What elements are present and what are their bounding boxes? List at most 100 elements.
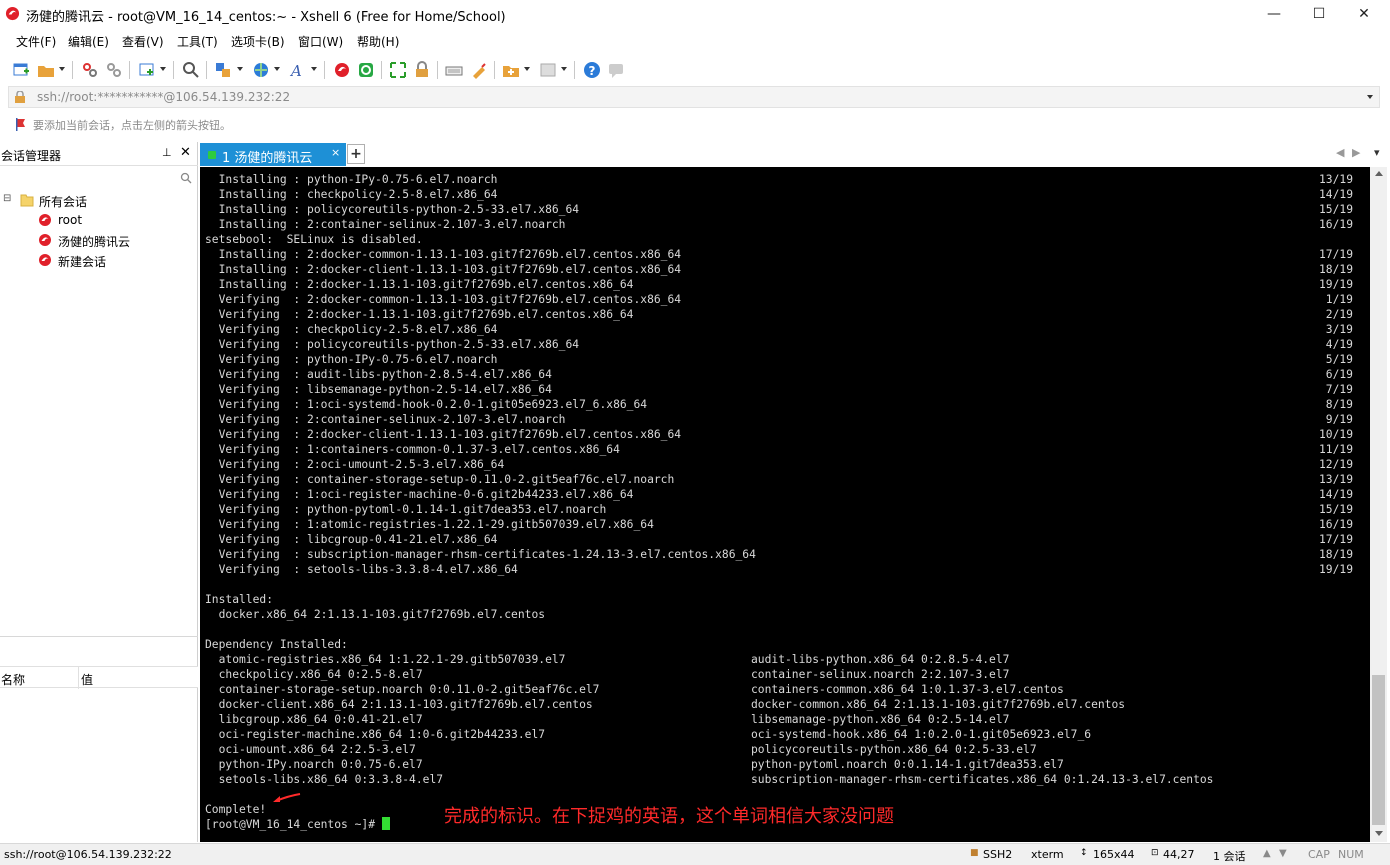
dependency-header: Dependency Installed: xyxy=(205,638,348,651)
help-icon[interactable]: ? xyxy=(583,61,601,79)
globe-dropdown-icon[interactable] xyxy=(274,67,280,71)
terminal-line-progress: 5/19 xyxy=(1325,353,1353,366)
menu-file[interactable]: 文件(F) xyxy=(16,33,56,50)
open-folder-icon[interactable] xyxy=(37,61,55,79)
search-icon[interactable] xyxy=(180,172,192,184)
terminal-line-text: Verifying : policycoreutils-python-2.5-3… xyxy=(205,338,580,351)
dependency-item: oci-umount.x86_64 2:2.5-3.el7 xyxy=(205,743,416,756)
dependency-row: atomic-registries.x86_64 1:1.22.1-29.git… xyxy=(205,652,1355,667)
properties-value-column[interactable]: 值 xyxy=(81,671,93,688)
scroll-thumb[interactable] xyxy=(1372,675,1385,825)
add-folder-icon[interactable] xyxy=(502,61,520,79)
session-up-icon[interactable]: ▲ xyxy=(1263,848,1271,859)
dependency-item: setools-libs.x86_64 0:3.3.8-4.el7 xyxy=(205,773,444,786)
size-icon: ↕ xyxy=(1080,848,1088,858)
terminal-scrollbar[interactable] xyxy=(1370,167,1387,842)
hint-bar: 要添加当前会话，点击左侧的箭头按钮。 xyxy=(0,112,1390,136)
terminal-line: Verifying : 1:atomic-registries-1.22.1-2… xyxy=(205,517,1355,532)
tab-list-icon[interactable]: ▾ xyxy=(1374,146,1380,159)
xshell-icon[interactable] xyxy=(333,61,351,79)
highlight-icon[interactable] xyxy=(470,61,488,79)
layout-icon[interactable] xyxy=(539,61,557,79)
panel-splitter[interactable] xyxy=(0,636,198,637)
terminal-line-text: Installing : 2:container-selinux-2.107-3… xyxy=(205,218,566,231)
add-session-arrow-icon[interactable] xyxy=(15,118,29,131)
status-sessions: 1 会话 xyxy=(1213,850,1246,863)
font-icon[interactable]: A xyxy=(289,61,307,79)
terminal-line: Installing : 2:docker-1.13.1-103.git7f27… xyxy=(205,277,1355,292)
tree-root-label[interactable]: 所有会话 xyxy=(39,193,87,210)
add-folder-dropdown-icon[interactable] xyxy=(524,67,530,71)
new-session-icon[interactable] xyxy=(12,61,30,79)
properties-name-column[interactable]: 名称 xyxy=(1,671,25,688)
tab-scroll-left-icon[interactable]: ◀ xyxy=(1336,146,1344,159)
scroll-down-arrow-icon[interactable] xyxy=(1375,831,1383,836)
menu-window[interactable]: 窗口(W) xyxy=(298,33,343,50)
lock-icon[interactable] xyxy=(413,61,431,79)
dependency-row: python-IPy.noarch 0:0.75-6.el7 python-pyt… xyxy=(205,757,1355,772)
status-position: 44,27 xyxy=(1163,848,1195,861)
fullscreen-icon[interactable] xyxy=(389,61,407,79)
session-item-new-session[interactable]: 新建会话 xyxy=(58,253,106,270)
menu-edit[interactable]: 编辑(E) xyxy=(68,33,109,50)
tab-close-button[interactable]: × xyxy=(331,146,340,159)
session-down-icon[interactable]: ▼ xyxy=(1279,848,1287,859)
menu-view[interactable]: 查看(V) xyxy=(122,33,164,50)
address-dropdown-icon[interactable] xyxy=(1367,95,1373,99)
terminal-line-progress: 16/19 xyxy=(1318,218,1353,231)
reconnect-dropdown-icon[interactable] xyxy=(160,67,166,71)
terminal-line-progress: 6/19 xyxy=(1325,368,1353,381)
toolbar-separator xyxy=(129,61,130,79)
terminal-line-text: Verifying : 1:oci-register-machine-0-6.g… xyxy=(205,488,634,501)
session-icon xyxy=(39,214,51,226)
tree-collapse-toggle[interactable]: ⊟ xyxy=(3,193,11,204)
annotation-text: 完成的标识。在下捉鸡的英语，这个单词相信大家没问题 xyxy=(444,806,894,827)
dependency-item: checkpolicy.x86_64 0:2.5-8.el7 xyxy=(205,668,423,681)
dependency-item: python-IPy.noarch 0:0.75-6.el7 xyxy=(205,758,423,771)
terminal-line-progress: 13/19 xyxy=(1318,473,1353,486)
close-panel-button[interactable]: ✕ xyxy=(180,145,191,160)
keyboard-icon[interactable] xyxy=(445,61,463,79)
session-item-root[interactable]: root xyxy=(58,213,82,227)
session-item-tencent-cloud[interactable]: 汤健的腾讯云 xyxy=(58,233,130,250)
reconnect-icon[interactable] xyxy=(138,61,156,79)
column-separator[interactable] xyxy=(78,667,79,689)
terminal-line-progress: 12/19 xyxy=(1318,458,1353,471)
disconnect-icon[interactable] xyxy=(105,61,123,79)
close-window-button[interactable]: ✕ xyxy=(1341,0,1387,28)
terminal-line: Verifying : 1:containers-common-0.1.37-3… xyxy=(205,442,1355,457)
terminal-line: Verifying : 1:oci-systemd-hook-0.2.0-1.g… xyxy=(205,397,1355,412)
installed-header: Installed: xyxy=(205,593,274,606)
tab-scroll-right-icon[interactable]: ▶ xyxy=(1352,146,1360,159)
layout-dropdown-icon[interactable] xyxy=(561,67,567,71)
status-connection: ssh://root@106.54.139.232:22 xyxy=(4,848,172,861)
globe-icon[interactable] xyxy=(252,61,270,79)
find-icon[interactable] xyxy=(182,61,200,79)
scroll-up-arrow-icon[interactable] xyxy=(1375,171,1383,176)
xftp-icon[interactable] xyxy=(357,61,375,79)
terminal-line: Verifying : 2:oci-umount-2.5-3.el7.x86_6… xyxy=(205,457,1355,472)
font-dropdown-icon[interactable] xyxy=(311,67,317,71)
new-tab-button[interactable]: + xyxy=(347,144,365,164)
pin-icon[interactable]: ⊥ xyxy=(162,146,172,159)
terminal-line-progress: 15/19 xyxy=(1318,503,1353,516)
open-dropdown-icon[interactable] xyxy=(59,67,65,71)
terminal-line-text: Verifying : python-IPy-0.75-6.el7.noarch xyxy=(205,353,498,366)
chat-icon[interactable] xyxy=(607,61,625,79)
transfer-dropdown-icon[interactable] xyxy=(237,67,243,71)
transfer-icon[interactable] xyxy=(214,61,232,79)
terminal-line: Verifying : libsemanage-python-2.5-14.el… xyxy=(205,382,1355,397)
connect-icon[interactable] xyxy=(81,61,99,79)
terminal-output[interactable]: Installing : python-IPy-0.75-6.el7.noarc… xyxy=(200,167,1370,842)
address-text[interactable]: ssh://root:***********@106.54.139.232:22 xyxy=(37,90,290,104)
maximize-button[interactable]: ☐ xyxy=(1296,0,1342,28)
shell-prompt: [root@VM_16_14_centos ~]# xyxy=(205,818,382,831)
menu-help[interactable]: 帮助(H) xyxy=(357,33,399,50)
menu-tabs[interactable]: 选项卡(B) xyxy=(231,33,285,50)
address-bar[interactable]: ssh://root:***********@106.54.139.232:22 xyxy=(8,86,1380,108)
tab-tencent-cloud[interactable]: 1 汤健的腾讯云 × xyxy=(200,143,346,166)
menu-tools[interactable]: 工具(T) xyxy=(177,33,218,50)
terminal-line-progress: 15/19 xyxy=(1318,203,1353,216)
minimize-button[interactable]: — xyxy=(1251,0,1297,28)
window-title: 汤健的腾讯云 - root@VM_16_14_centos:~ - Xshell… xyxy=(26,10,506,25)
